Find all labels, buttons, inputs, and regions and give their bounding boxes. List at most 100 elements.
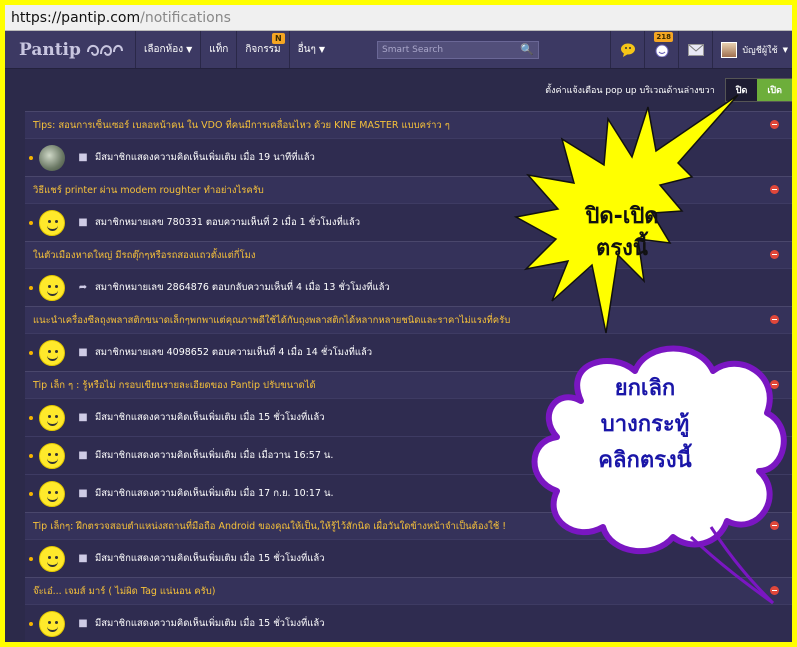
remove-icon[interactable] — [770, 586, 779, 595]
notification-text: มีสมาชิกแสดงความคิดเห็นเพิ่มเติม เมื่อ 1… — [95, 152, 315, 163]
header-icons: 218 บัญชีผู้ใช้ ▼ — [610, 31, 792, 68]
popup-setting-label: ตั้งค่าแจ้งเตือน pop up บริเวณด้านล่างขว… — [545, 86, 715, 96]
caret-down-icon: ▼ — [186, 45, 193, 54]
comment-icon: ■ — [78, 217, 88, 228]
chat-button[interactable]: 218 — [644, 31, 678, 68]
remove-icon[interactable] — [770, 521, 779, 530]
nav-label: เลือกห้อง — [144, 44, 184, 55]
unread-dot — [29, 491, 33, 496]
chat-bubble-icon — [620, 43, 635, 57]
notification-group: ในตัวเมืองหาดใหญ่ มีรถตุ๊กๆหรือรถสองแถวต… — [25, 241, 792, 306]
url-host: https://pantip.com — [11, 9, 141, 26]
topic-title-row: Tip เล็ก ๆ : รู้หรือไม่ กรอบเขียนรายละเอ… — [25, 372, 792, 398]
popup-toggle: ปิด เปิด — [724, 78, 792, 102]
topic-title-link[interactable]: วิธีแชร์ printer ผ่าน modem roughter ทำอ… — [33, 183, 264, 198]
topic-title-row: วิธีแชร์ printer ผ่าน modem roughter ทำอ… — [25, 177, 792, 203]
notification-group: Tip เล็กๆ: ฝึกตรวจสอบตำแหน่งสถานที่มือถื… — [25, 512, 792, 577]
comment-icon: ■ — [78, 488, 88, 499]
notification-text: มีสมาชิกแสดงความคิดเห็นเพิ่มเติม เมื่อ 1… — [95, 412, 325, 423]
topic-title-link[interactable]: จ๊ะเอ๋... เจมส์ มาร์ ( ไม่ผิด Tag แน่นอน… — [33, 584, 215, 599]
logo-swirl-icon — [86, 44, 123, 56]
nav-tags[interactable]: แท็ก — [200, 31, 236, 68]
unread-dot — [29, 155, 33, 160]
smiley-avatar-icon — [39, 480, 65, 507]
search-icon[interactable]: 🔍 — [520, 43, 534, 56]
unread-dot — [29, 220, 33, 225]
notification-row[interactable]: ■ มีสมาชิกแสดงความคิดเห็นเพิ่มเติม เมื่อ… — [25, 474, 792, 512]
nav-more[interactable]: อื่นๆ ▼ — [288, 31, 333, 68]
nav-label: อื่นๆ — [297, 44, 316, 55]
smiley-avatar-icon — [39, 209, 65, 236]
remove-icon[interactable] — [770, 185, 779, 194]
notification-group: Tips: สอนการเซ็นเซอร์ เบลอหน้าคน ใน VDO … — [25, 111, 792, 176]
unread-dot — [29, 621, 33, 626]
notification-row[interactable]: ■ มีสมาชิกแสดงความคิดเห็นเพิ่มเติม เมื่อ… — [25, 138, 792, 176]
remove-icon[interactable] — [770, 120, 779, 129]
notification-text: มีสมาชิกแสดงความคิดเห็นเพิ่มเติม เมื่อ 1… — [95, 618, 325, 629]
smiley-notification-icon — [655, 44, 669, 57]
remove-icon[interactable] — [770, 315, 779, 324]
popup-off-button[interactable]: ปิด — [725, 79, 758, 101]
notification-group: วิธีแชร์ printer ผ่าน modem roughter ทำอ… — [25, 176, 792, 241]
notification-row[interactable]: ■ สมาชิกหมายเลข 4098652 ตอบความเห็นที่ 4… — [25, 333, 792, 371]
topic-title-row: Tips: สอนการเซ็นเซอร์ เบลอหน้าคน ใน VDO … — [25, 112, 792, 138]
search-input[interactable] — [382, 44, 521, 55]
comment-icon: ■ — [78, 450, 88, 461]
search-box: 🔍 — [377, 40, 540, 59]
unread-dot — [29, 415, 33, 420]
notification-text: สมาชิกหมายเลข 780331 ตอบความเห็นที่ 2 เม… — [95, 217, 361, 228]
caret-down-icon: ▼ — [318, 45, 326, 54]
comment-icon: ■ — [78, 553, 88, 564]
comment-icon: ■ — [78, 152, 88, 163]
user-menu[interactable]: บัญชีผู้ใช้ ▼ — [712, 31, 792, 68]
nav-label: แท็ก — [209, 44, 229, 55]
notification-group: จ๊ะเอ๋... เจมส์ มาร์ ( ไม่ผิด Tag แน่นอน… — [25, 577, 792, 642]
user-menu-label: บัญชีผู้ใช้ — [742, 45, 778, 56]
remove-icon[interactable] — [770, 380, 779, 389]
notification-text: สมาชิกหมายเลข 2864876 ตอบกลับความเห็นที่… — [95, 282, 390, 293]
topic-title-link[interactable]: แนะนำเครื่องซีลถุงพลาสติกขนาดเล็กๆพกพาแต… — [33, 313, 510, 328]
pantip-logo[interactable]: Pantip — [5, 31, 135, 68]
topic-title-link[interactable]: ในตัวเมืองหาดใหญ่ มีรถตุ๊กๆหรือรถสองแถวต… — [33, 248, 256, 263]
url-path: /notifications — [140, 9, 231, 26]
caret-down-icon: ▼ — [782, 45, 788, 54]
notification-row[interactable]: ➦ สมาชิกหมายเลข 2864876 ตอบกลับความเห็นท… — [25, 268, 792, 306]
address-bar[interactable]: https://pantip.com/notifications — [5, 5, 792, 31]
topic-title-row: แนะนำเครื่องซีลถุงพลาสติกขนาดเล็กๆพกพาแต… — [25, 307, 792, 333]
nav-activities[interactable]: กิจกรรม N — [236, 31, 288, 68]
remove-icon[interactable] — [770, 250, 779, 259]
topic-title-link[interactable]: Tip เล็กๆ: ฝึกตรวจสอบตำแหน่งสถานที่มือถื… — [33, 519, 506, 534]
avatar — [721, 41, 738, 58]
smiley-avatar-icon — [39, 404, 65, 431]
logo-text: Pantip — [19, 39, 81, 60]
topic-title-row: ในตัวเมืองหาดใหญ่ มีรถตุ๊กๆหรือรถสองแถวต… — [25, 242, 792, 268]
unread-dot — [29, 453, 33, 458]
notification-row[interactable]: ■ มีสมาชิกแสดงความคิดเห็นเพิ่มเติม เมื่อ… — [25, 539, 792, 577]
notification-row[interactable]: ■ มีสมาชิกแสดงความคิดเห็นเพิ่มเติม เมื่อ… — [25, 436, 792, 474]
notification-row[interactable]: ■ สมาชิกหมายเลข 780331 ตอบความเห็นที่ 2 … — [25, 203, 792, 241]
notification-row[interactable]: ■ มีสมาชิกแสดงความคิดเห็นเพิ่มเติม เมื่อ… — [25, 398, 792, 436]
smiley-avatar-icon — [39, 545, 65, 572]
comment-icon: ■ — [78, 618, 88, 629]
popup-on-button[interactable]: เปิด — [757, 79, 792, 101]
topic-title-link[interactable]: Tip เล็ก ๆ : รู้หรือไม่ กรอบเขียนรายละเอ… — [33, 378, 316, 393]
notification-row[interactable]: ■ มีสมาชิกแสดงความคิดเห็นเพิ่มเติม เมื่อ… — [25, 604, 792, 642]
nav-choose-room[interactable]: เลือกห้อง ▼ — [135, 31, 200, 68]
notification-text: มีสมาชิกแสดงความคิดเห็นเพิ่มเติม เมื่อ 1… — [95, 553, 325, 564]
notifications-panel: ตั้งค่าแจ้งเตือน pop up บริเวณด้านล่างขว… — [25, 69, 792, 642]
comment-icon: ■ — [78, 347, 88, 358]
top-navigation: Pantip เลือกห้อง ▼ แท็ก กิจกรรม N อื่นๆ ▼ … — [5, 31, 792, 69]
topic-title-link[interactable]: Tips: สอนการเซ็นเซอร์ เบลอหน้าคน ใน VDO … — [33, 118, 450, 133]
nav-label: กิจกรรม — [245, 44, 281, 55]
browser-window: https://pantip.com/notifications Pantip … — [3, 3, 794, 644]
mail-icon — [687, 43, 704, 56]
unread-dot — [29, 285, 33, 290]
comment-icon: ■ — [78, 412, 88, 423]
reply-arrow-icon: ➦ — [78, 282, 88, 293]
smiley-avatar-icon — [39, 442, 65, 469]
emoticon-button[interactable] — [610, 31, 644, 68]
topic-title-row: จ๊ะเอ๋... เจมส์ มาร์ ( ไม่ผิด Tag แน่นอน… — [25, 578, 792, 604]
message-button[interactable] — [678, 31, 712, 68]
smiley-avatar-icon — [39, 339, 65, 366]
unread-dot — [29, 556, 33, 561]
